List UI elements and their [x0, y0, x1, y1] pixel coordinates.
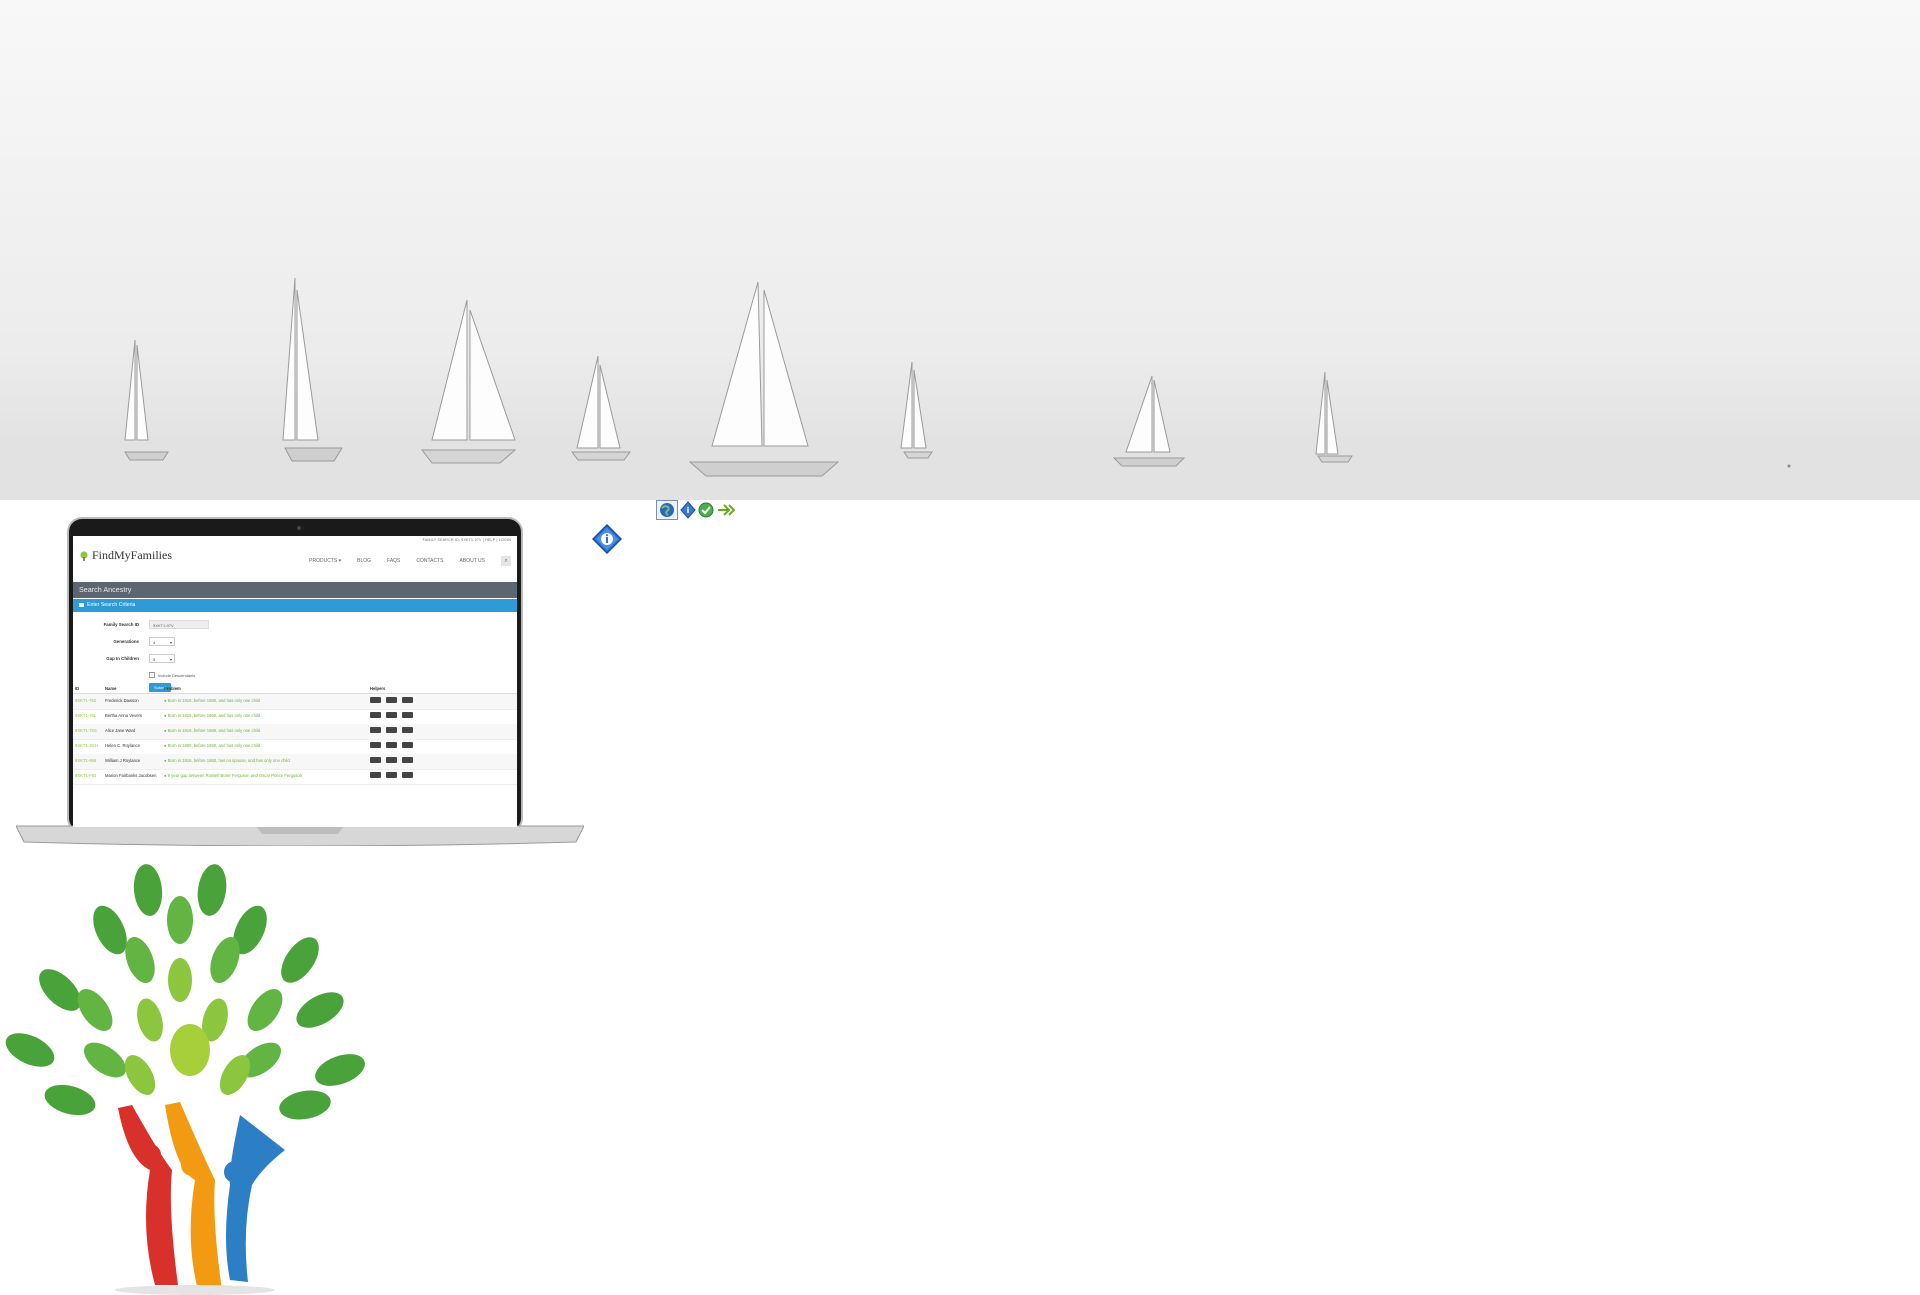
row-helpers [370, 772, 413, 778]
table-row: 9XKT1-3GH Helen C. Roylance ● Born in 18… [73, 739, 517, 755]
row-id-link[interactable]: 9XKT1-752 [75, 694, 96, 707]
app-screen: FindMyFamilies FAMILY SEARCH ID: 9XKT1-9… [73, 536, 517, 827]
criteria-header: Enter Search Criteria [73, 599, 517, 612]
gap-label: Gap In Children [106, 656, 139, 661]
table-row: 9XKT1-F92 Marion Fairbanks Jacobsen ● 5 … [73, 769, 517, 785]
helper-button[interactable] [386, 742, 397, 748]
family-id-input[interactable]: 9XKT1-97V [149, 620, 209, 629]
helper-button[interactable] [370, 772, 381, 778]
header-name: Name [105, 686, 117, 691]
helper-button[interactable] [370, 712, 381, 718]
app-topbar[interactable]: FAMILY SEARCH ID: 9XKT1-97V | HELP | LOG… [423, 538, 511, 542]
app-logo[interactable]: FindMyFamilies [79, 548, 172, 563]
row-name: Bertha Anna Vevers [105, 713, 143, 718]
svg-text:i: i [687, 506, 690, 515]
row-helpers [370, 757, 413, 763]
row-helpers [370, 742, 413, 748]
header-problem: Problem [164, 686, 181, 691]
toolbar-icons: i [656, 500, 736, 520]
helper-button[interactable] [386, 772, 397, 778]
globe-icon[interactable] [656, 500, 678, 520]
app-header: FindMyFamilies FAMILY SEARCH ID: 9XKT1-9… [73, 536, 517, 582]
row-name: Marion Fairbanks Jacobsen [105, 773, 157, 778]
helper-button[interactable] [402, 772, 413, 778]
row-name: William J Roylance [105, 758, 141, 763]
row-id-link[interactable]: 9XKT1-7K5 [75, 724, 97, 737]
row-helpers [370, 697, 413, 703]
info-small-icon[interactable]: i [680, 501, 696, 519]
row-name: Frederick Dawson [105, 698, 139, 703]
search-icon[interactable]: ⌕ [501, 556, 511, 566]
row-name: Helen C. Roylance [105, 743, 140, 748]
helper-button[interactable] [386, 757, 397, 763]
row-name: Alice Jane Ward [105, 728, 136, 733]
row-id-link[interactable]: 9XKT1-F92 [75, 769, 96, 782]
helper-button[interactable] [402, 742, 413, 748]
include-descendants-label: Include Descendants [158, 672, 196, 678]
app-nav: PRODUCTS ▾ BLOG FAQS CONTACTS ABOUT US ⌕ [309, 556, 511, 566]
list-icon [79, 603, 84, 607]
helper-button[interactable] [370, 757, 381, 763]
table-row: 9XKT1-752 Frederick Dawson ● Born in 181… [73, 694, 517, 710]
helper-button[interactable] [386, 697, 397, 703]
row-id-link[interactable]: 9XKT1-866 [75, 754, 96, 767]
row-problem[interactable]: ● Born in 1819, before 1860, and has onl… [164, 709, 260, 722]
table-row: 9XKT1-76L Bertha Anna Vevers ● Born in 1… [73, 709, 517, 725]
helper-button[interactable] [386, 727, 397, 733]
criteria-title: Enter Search Criteria [87, 602, 136, 608]
family-id-row: Family Search ID 9XKT1-97V [73, 620, 209, 629]
nav-blog[interactable]: BLOG [357, 558, 371, 564]
nav-contacts[interactable]: CONTACTS [416, 558, 443, 564]
helper-button[interactable] [386, 712, 397, 718]
helper-button[interactable] [370, 727, 381, 733]
nav-faqs[interactable]: FAQS [387, 558, 400, 564]
header-id: ID [75, 686, 80, 691]
helper-button[interactable] [402, 727, 413, 733]
row-problem[interactable]: ● Born in 1816, before 1860, has no spou… [164, 754, 290, 767]
check-circle-icon[interactable] [698, 502, 714, 518]
generations-row: Generations 4 [73, 637, 175, 647]
gap-row: Gap In Children 3 [73, 654, 175, 664]
forward-arrow-icon[interactable] [716, 502, 736, 518]
info-icon[interactable] [592, 524, 622, 554]
row-helpers [370, 712, 413, 718]
family-tree-logo [5, 864, 365, 1295]
tree-logo-icon [80, 550, 88, 561]
generations-select[interactable]: 4 [149, 637, 175, 647]
row-problem[interactable]: ● Born in 1819, before 1860, and has onl… [164, 694, 260, 707]
table-row: 9XKT1-866 William J Roylance ● Born in 1… [73, 754, 517, 770]
row-id-link[interactable]: 9XKT1-76L [75, 709, 96, 722]
hero-sailboats-image [0, 0, 1920, 500]
helper-button[interactable] [370, 742, 381, 748]
nav-products[interactable]: PRODUCTS ▾ [309, 558, 341, 564]
include-descendants-checkbox[interactable] [149, 672, 155, 678]
gap-select[interactable]: 3 [149, 654, 175, 664]
row-problem[interactable]: ● Born in 1800, before 1860, and has onl… [164, 739, 260, 752]
include-descendants-row[interactable]: Include Descendants [149, 672, 195, 678]
helper-button[interactable] [402, 712, 413, 718]
row-id-link[interactable]: 9XKT1-3GH [75, 739, 98, 752]
generations-label: Generations [113, 639, 139, 644]
helper-button[interactable] [402, 697, 413, 703]
helper-button[interactable] [370, 697, 381, 703]
laptop-screenshot: FindMyFamilies FAMILY SEARCH ID: 9XKT1-9… [16, 516, 584, 846]
family-id-label: Family Search ID [103, 622, 139, 627]
row-problem[interactable]: ● 5 year gap between Russell Borer Fergu… [164, 769, 302, 782]
table-header: ID Name Problem Helpers [73, 684, 517, 694]
row-problem[interactable]: ● Born in 1819, before 1860, and has onl… [164, 724, 260, 737]
nav-about-us[interactable]: ABOUT US [460, 558, 485, 564]
header-helpers: Helpers [370, 686, 386, 691]
app-brand: FindMyFamilies [92, 548, 173, 562]
row-helpers [370, 727, 413, 733]
helper-button[interactable] [402, 757, 413, 763]
page-title: Search Ancestry [73, 582, 517, 598]
table-row: 9XKT1-7K5 Alice Jane Ward ● Born in 1819… [73, 724, 517, 740]
